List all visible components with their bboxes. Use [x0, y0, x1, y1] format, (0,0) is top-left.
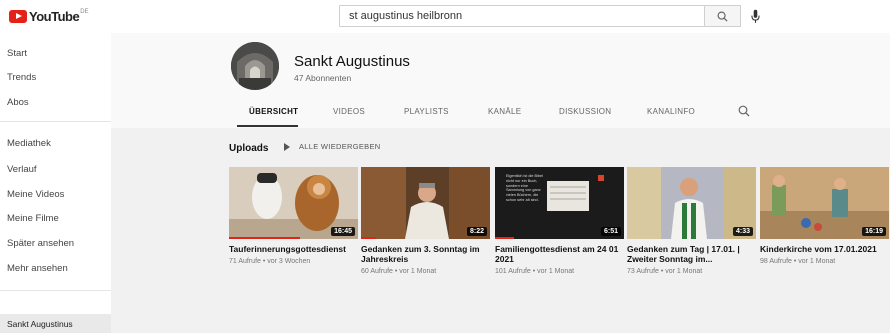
tab-diskussion[interactable]: DISKUSSION	[559, 107, 611, 116]
video-duration: 6:51	[600, 227, 621, 236]
play-logo-icon	[9, 10, 27, 23]
tab-kanaele[interactable]: KANÄLE	[488, 107, 521, 116]
video-duration: 16:45	[331, 227, 355, 236]
video-card[interactable]: Eigentlich ist die Bibel nicht nur ein B…	[495, 167, 624, 275]
sidebar-item-spaeter-ansehen[interactable]: Später ansehen	[7, 238, 74, 249]
video-card[interactable]: 16:45 Tauferinnerungsgottesdienst 71 Auf…	[229, 167, 358, 265]
main-content: Sankt Augustinus 47 Abonnenten ÜBERSICHT…	[111, 33, 890, 333]
uploads-heading[interactable]: Uploads	[229, 143, 268, 154]
sidebar-divider	[0, 121, 111, 122]
video-thumbnail[interactable]: 16:45	[229, 167, 358, 239]
sidebar: Start Trends Abos Mediathek Verlauf Mein…	[0, 33, 111, 333]
search-box[interactable]	[339, 5, 705, 27]
video-thumbnail[interactable]: 16:19	[760, 167, 889, 239]
tab-playlists[interactable]: PLAYLISTS	[404, 107, 449, 116]
sidebar-item-verlauf[interactable]: Verlauf	[7, 164, 37, 175]
church-interior-image	[231, 42, 279, 90]
watch-progress-bar	[229, 237, 300, 239]
video-duration: 4:33	[732, 227, 753, 236]
channel-avatar[interactable]	[231, 42, 279, 90]
video-thumbnail[interactable]: 8:22	[361, 167, 490, 239]
tab-videos[interactable]: VIDEOS	[333, 107, 365, 116]
sidebar-item-mehr-ansehen[interactable]: Mehr ansehen	[7, 263, 68, 274]
video-meta: 73 Aufrufe • vor 1 Monat	[627, 268, 703, 275]
mic-icon	[750, 9, 760, 23]
video-meta: 98 Aufrufe • vor 1 Monat	[760, 258, 836, 265]
top-header: YouTube DE	[0, 0, 890, 33]
sidebar-item-meine-videos[interactable]: Meine Videos	[7, 189, 64, 200]
video-title[interactable]: Kinderkirche vom 17.01.2021	[760, 244, 886, 254]
sidebar-item-start[interactable]: Start	[7, 48, 27, 59]
video-duration: 16:19	[862, 227, 886, 236]
sidebar-item-sankt-augustinus[interactable]: Sankt Augustinus	[7, 319, 73, 329]
video-card[interactable]: 4:33 Gedanken zum Tag | 17.01. | Zweiter…	[627, 167, 756, 275]
sidebar-item-trends[interactable]: Trends	[7, 72, 36, 83]
sidebar-item-mediathek[interactable]: Mediathek	[7, 138, 51, 149]
video-title[interactable]: Tauferinnerungsgottesdienst	[229, 244, 355, 254]
active-tab-indicator	[237, 125, 298, 127]
sidebar-item-abos[interactable]: Abos	[7, 97, 29, 108]
watch-progress-bar	[495, 237, 515, 239]
subscriber-count: 47 Abonnenten	[294, 73, 352, 83]
video-thumbnail[interactable]: Eigentlich ist die Bibel nicht nur ein B…	[495, 167, 624, 239]
video-meta: 60 Aufrufe • vor 1 Monat	[361, 268, 437, 275]
youtube-logo[interactable]: YouTube DE	[9, 9, 89, 24]
tab-uebersicht[interactable]: ÜBERSICHT	[249, 107, 298, 116]
play-all-button[interactable]: ALLE WIEDERGEBEN	[284, 142, 381, 151]
sidebar-item-meine-filme[interactable]: Meine Filme	[7, 213, 59, 224]
video-card[interactable]: 16:19 Kinderkirche vom 17.01.2021 98 Auf…	[760, 167, 889, 265]
video-meta: 101 Aufrufe • vor 1 Monat	[495, 268, 575, 275]
channel-header: Sankt Augustinus 47 Abonnenten ÜBERSICHT…	[111, 33, 890, 128]
mic-button[interactable]	[749, 8, 761, 24]
play-icon	[284, 142, 290, 151]
video-card[interactable]: 8:22 Gedanken zum 3. Sonntag im Jahreskr…	[361, 167, 490, 275]
video-title[interactable]: Familiengottesdienst am 24 01 2021	[495, 244, 621, 264]
channel-search-icon[interactable]	[738, 105, 750, 117]
video-meta: 71 Aufrufe • vor 3 Wochen	[229, 258, 311, 265]
video-title[interactable]: Gedanken zum 3. Sonntag im Jahreskreis	[361, 244, 487, 264]
search-button[interactable]	[705, 5, 741, 27]
search-icon	[717, 11, 728, 22]
sidebar-divider	[0, 290, 111, 291]
channel-tabs: ÜBERSICHT VIDEOS PLAYLISTS KANÄLE DISKUS…	[111, 97, 890, 128]
tab-kanalinfo[interactable]: KANALINFO	[647, 107, 695, 116]
watch-progress-bar	[361, 237, 377, 239]
channel-name: Sankt Augustinus	[294, 53, 410, 70]
search-input[interactable]	[340, 10, 704, 22]
video-title[interactable]: Gedanken zum Tag | 17.01. | Zweiter Sonn…	[627, 244, 753, 264]
video-thumbnail[interactable]: 4:33	[627, 167, 756, 239]
video-duration: 8:22	[466, 227, 487, 236]
